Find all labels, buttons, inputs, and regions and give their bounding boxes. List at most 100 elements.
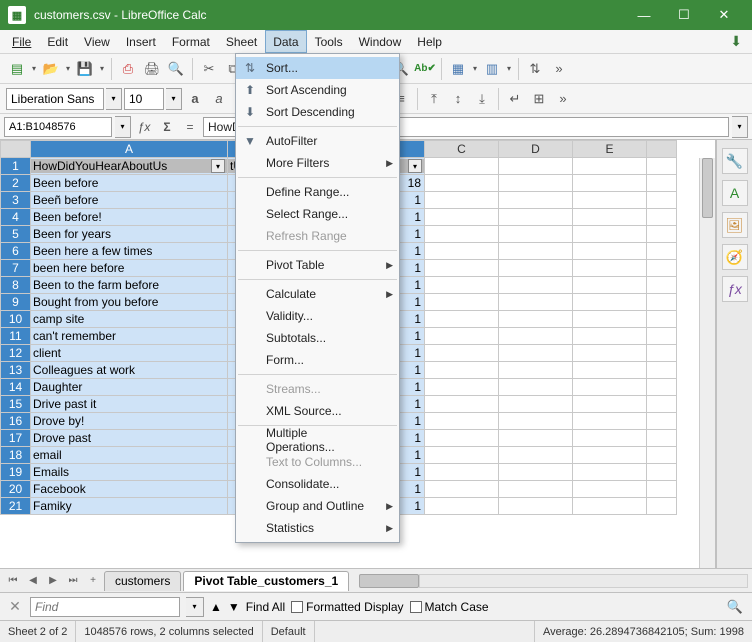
cell[interactable]	[425, 498, 499, 515]
sheet-tab-customers[interactable]: customers	[104, 571, 181, 591]
row-header[interactable]: 20	[1, 481, 31, 498]
vertical-scrollbar[interactable]	[699, 158, 715, 568]
cell[interactable]	[573, 345, 647, 362]
spellcheck-icon[interactable]: Ab✔	[414, 58, 436, 80]
tab-nav-first[interactable]: ⏮	[4, 572, 22, 590]
cell[interactable]: Facebook	[31, 481, 228, 498]
align-middle-icon[interactable]: ↕	[447, 88, 469, 110]
menu-consolidate[interactable]: Consolidate...	[236, 473, 399, 495]
formatted-display-checkbox[interactable]: Formatted Display	[291, 600, 403, 614]
cell[interactable]	[573, 379, 647, 396]
cell[interactable]	[647, 226, 677, 243]
cell[interactable]	[499, 260, 573, 277]
menu-pivot-table[interactable]: Pivot Table▶	[236, 254, 399, 276]
sidebar-functions-icon[interactable]: ƒx	[722, 276, 748, 302]
find-all-button[interactable]: Find All	[246, 600, 285, 614]
cell[interactable]	[499, 464, 573, 481]
menu-more-filters[interactable]: More Filters▶	[236, 152, 399, 174]
row-header[interactable]: 4	[1, 209, 31, 226]
cell[interactable]	[647, 311, 677, 328]
name-box[interactable]: A1:B1048576	[4, 117, 112, 137]
row-header[interactable]: 5	[1, 226, 31, 243]
find-history-dropdown[interactable]: ▾	[186, 597, 204, 617]
cell[interactable]	[647, 243, 677, 260]
row-header[interactable]: 8	[1, 277, 31, 294]
cell[interactable]: Drove past	[31, 430, 228, 447]
cell[interactable]	[425, 413, 499, 430]
col-header-D[interactable]: D	[499, 141, 573, 158]
select-all-corner[interactable]	[1, 141, 31, 158]
row-header[interactable]: 2	[1, 175, 31, 192]
cell[interactable]	[425, 396, 499, 413]
formula-expand[interactable]: ▾	[732, 116, 748, 138]
horizontal-scrollbar[interactable]	[359, 574, 748, 588]
column-icon[interactable]: ▥	[481, 58, 503, 80]
row-header[interactable]: 18	[1, 447, 31, 464]
cell[interactable]	[425, 158, 499, 175]
menu-tools[interactable]: Tools	[307, 30, 351, 53]
cell[interactable]	[425, 345, 499, 362]
tab-nav-next[interactable]: ▶	[44, 572, 62, 590]
cell[interactable]: Famiky	[31, 498, 228, 515]
cell[interactable]	[573, 413, 647, 430]
cell[interactable]	[647, 396, 677, 413]
cell[interactable]	[425, 481, 499, 498]
cell[interactable]	[499, 481, 573, 498]
cell[interactable]	[573, 396, 647, 413]
sidebar-styles-icon[interactable]: A	[722, 180, 748, 206]
cell[interactable]	[647, 260, 677, 277]
close-button[interactable]: ✕	[704, 0, 744, 30]
row-header[interactable]: 12	[1, 345, 31, 362]
tab-nav-prev[interactable]: ◀	[24, 572, 42, 590]
cell[interactable]	[573, 498, 647, 515]
cell[interactable]	[647, 294, 677, 311]
cell[interactable]: Been to the farm before	[31, 277, 228, 294]
cell[interactable]	[647, 379, 677, 396]
row-header[interactable]: 6	[1, 243, 31, 260]
cell[interactable]: email	[31, 447, 228, 464]
menu-help[interactable]: Help	[409, 30, 450, 53]
cell[interactable]	[425, 362, 499, 379]
status-sheet[interactable]: Sheet 2 of 2	[0, 621, 76, 642]
align-bottom-icon[interactable]: ⤓	[471, 88, 493, 110]
download-icon[interactable]: ⬇	[724, 30, 748, 53]
bold-icon[interactable]: a	[184, 88, 206, 110]
column-dropdown[interactable]: ▾	[505, 58, 513, 80]
cell[interactable]	[425, 328, 499, 345]
sidebar-navigator-icon[interactable]: 🧭	[722, 244, 748, 270]
cell[interactable]	[647, 328, 677, 345]
menu-select-range[interactable]: Select Range...	[236, 203, 399, 225]
row-dropdown[interactable]: ▾	[471, 58, 479, 80]
menu-calculate[interactable]: Calculate▶	[236, 283, 399, 305]
function-wizard-icon[interactable]: ƒx	[134, 117, 154, 137]
open-dropdown[interactable]: ▾	[64, 58, 72, 80]
cell[interactable]: Been here a few times	[31, 243, 228, 260]
menu-data[interactable]: Data	[265, 30, 306, 53]
maximize-button[interactable]: ☐	[664, 0, 704, 30]
save-dropdown[interactable]: ▾	[98, 58, 106, 80]
sidebar-properties-icon[interactable]: 🔧	[722, 148, 748, 174]
cell[interactable]	[647, 481, 677, 498]
cell[interactable]	[573, 243, 647, 260]
cell[interactable]: Been before!	[31, 209, 228, 226]
cell[interactable]: been here before	[31, 260, 228, 277]
col-header-C[interactable]: C	[425, 141, 499, 158]
cell[interactable]	[425, 192, 499, 209]
row-header[interactable]: 15	[1, 396, 31, 413]
cell[interactable]	[573, 481, 647, 498]
new-doc-dropdown[interactable]: ▾	[30, 58, 38, 80]
row-header[interactable]: 9	[1, 294, 31, 311]
italic-icon[interactable]: a	[208, 88, 230, 110]
row-header[interactable]: 7	[1, 260, 31, 277]
filter-dropdown-icon[interactable]: ▾	[408, 159, 422, 173]
row-header[interactable]: 16	[1, 413, 31, 430]
cell[interactable]	[573, 158, 647, 175]
equals-icon[interactable]: =	[180, 117, 200, 137]
export-pdf-icon[interactable]: ⎙	[117, 58, 139, 80]
cell[interactable]	[573, 294, 647, 311]
find-next-icon[interactable]: ▼	[228, 600, 240, 614]
name-box-dropdown[interactable]: ▾	[115, 116, 131, 138]
cell[interactable]	[647, 498, 677, 515]
cell[interactable]: Emails	[31, 464, 228, 481]
cell[interactable]	[425, 209, 499, 226]
